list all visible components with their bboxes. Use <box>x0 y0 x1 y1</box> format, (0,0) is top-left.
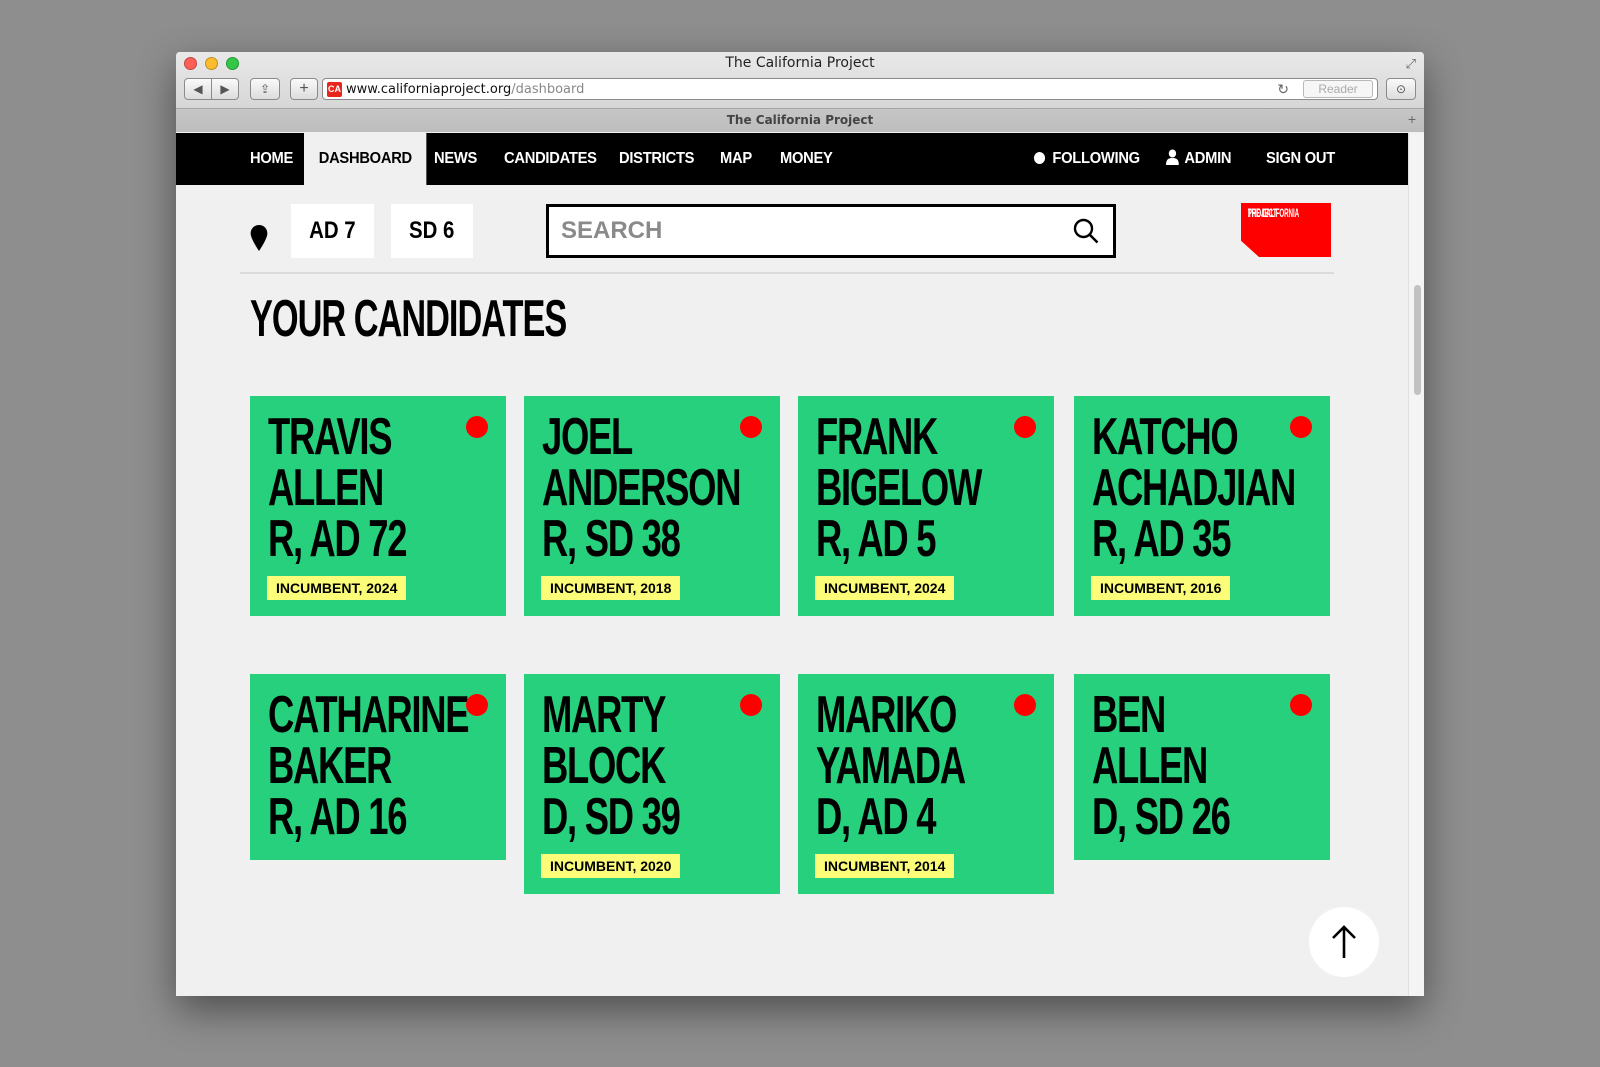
vertical-scrollbar[interactable] <box>1408 133 1424 996</box>
nav-news[interactable]: NEWS <box>434 133 477 185</box>
status-dot <box>740 694 762 716</box>
fullscreen-icon[interactable]: ⤢ <box>1406 56 1416 72</box>
candidate-last-name: ALLEN <box>268 459 384 517</box>
incumbent-badge: INCUMBENT, 2024 <box>815 576 955 600</box>
candidate-last-name: BAKER <box>268 737 392 795</box>
tab-title[interactable]: The California Project <box>176 113 1424 127</box>
page-title: YOUR CANDIDATES <box>250 290 567 348</box>
candidate-district: D, SD 26 <box>1092 788 1231 846</box>
location-pin-icon <box>250 225 268 251</box>
search-input[interactable] <box>549 207 1049 255</box>
status-dot <box>740 416 762 438</box>
candidate-district: R, AD 5 <box>816 510 937 568</box>
candidate-last-name: ALLEN <box>1092 737 1208 795</box>
user-icon <box>1166 149 1179 165</box>
candidate-first-name: BEN <box>1092 686 1166 744</box>
candidate-last-name: YAMADA <box>816 737 966 795</box>
senate-district-button[interactable]: SD 6 <box>391 204 473 258</box>
candidate-card[interactable]: MARIKO YAMADA D, AD 4 INCUMBENT, 2014 <box>798 674 1054 894</box>
browser-window: The California Project ⤢ ◀ ▶ ⇪ + CA www.… <box>176 52 1424 996</box>
candidate-last-name: BIGELOW <box>816 459 982 517</box>
nav-following[interactable]: FOLLOWING <box>1034 133 1140 185</box>
share-button[interactable]: ⇪ <box>250 78 280 100</box>
candidate-last-name: BLOCK <box>542 737 666 795</box>
candidate-district: R, AD 16 <box>268 788 408 846</box>
site-favicon: CA <box>327 82 342 97</box>
status-dot <box>1014 416 1036 438</box>
candidate-card[interactable]: TRAVIS ALLEN R, AD 72 INCUMBENT, 2024 <box>250 396 506 616</box>
window-title: The California Project <box>725 55 875 71</box>
scrollbar-thumb[interactable] <box>1414 285 1421 395</box>
incumbent-badge: INCUMBENT, 2024 <box>267 576 407 600</box>
arrow-up-icon <box>1332 925 1356 958</box>
candidate-district: D, SD 39 <box>542 788 681 846</box>
tab-strip: The California Project + <box>176 108 1424 132</box>
url-text[interactable]: www.californiaproject.org/dashboard <box>346 82 584 97</box>
candidate-first-name: MARTY <box>542 686 666 744</box>
candidate-card[interactable]: KATCHO ACHADJIAN R, AD 35 INCUMBENT, 2016 <box>1074 396 1330 616</box>
nav-money[interactable]: MONEY <box>780 133 833 185</box>
nav-districts[interactable]: DISTRICTS <box>619 133 694 185</box>
nav-candidates[interactable]: CANDIDATES <box>504 133 597 185</box>
candidate-district: R, SD 38 <box>542 510 681 568</box>
title-bar: The California Project ⤢ ◀ ▶ ⇪ + CA www.… <box>176 52 1424 132</box>
candidate-first-name: CATHARINE <box>268 686 470 744</box>
status-dot <box>466 416 488 438</box>
incumbent-badge: INCUMBENT, 2018 <box>541 576 681 600</box>
candidate-card[interactable]: JOEL ANDERSON R, SD 38 INCUMBENT, 2018 <box>524 396 780 616</box>
page-viewport: HOME DASHBOARD NEWS CANDIDATES DISTRICTS… <box>176 133 1408 996</box>
candidate-last-name: ANDERSON <box>542 459 741 517</box>
candidate-district: D, AD 4 <box>816 788 937 846</box>
search-icon[interactable] <box>1073 218 1099 244</box>
nav-sign-out[interactable]: SIGN OUT <box>1266 133 1335 185</box>
candidate-card[interactable]: MARTY BLOCK D, SD 39 INCUMBENT, 2020 <box>524 674 780 894</box>
candidate-card[interactable]: CATHARINE BAKER R, AD 16 <box>250 674 506 860</box>
header-divider <box>240 272 1334 274</box>
add-bookmark-button[interactable]: + <box>290 78 318 100</box>
browser-toolbar: ◀ ▶ ⇪ + CA www.californiaproject.org/das… <box>184 78 1416 102</box>
candidate-card[interactable]: BEN ALLEN D, SD 26 <box>1074 674 1330 860</box>
address-bar[interactable]: CA www.californiaproject.org/dashboard ↻… <box>322 78 1378 100</box>
downloads-button[interactable]: ⊙ <box>1386 78 1416 100</box>
dot-icon <box>1034 152 1046 164</box>
status-dot <box>466 694 488 716</box>
candidate-district: R, AD 35 <box>1092 510 1232 568</box>
assembly-district-button[interactable]: AD 7 <box>291 204 374 258</box>
candidate-first-name: JOEL <box>542 408 633 466</box>
incumbent-badge: INCUMBENT, 2020 <box>541 854 681 878</box>
reload-icon[interactable]: ↻ <box>1277 81 1289 98</box>
nav-map[interactable]: MAP <box>720 133 752 185</box>
candidate-first-name: TRAVIS <box>268 408 392 466</box>
forward-button[interactable]: ▶ <box>211 78 239 100</box>
status-dot <box>1290 694 1312 716</box>
reader-button[interactable]: Reader <box>1303 80 1373 98</box>
candidate-district: R, AD 72 <box>268 510 408 568</box>
status-dot <box>1290 416 1312 438</box>
status-dot <box>1014 694 1036 716</box>
incumbent-badge: INCUMBENT, 2016 <box>1091 576 1231 600</box>
site-logo[interactable]: THE CALIFORNIA PROJECT <box>1241 203 1331 257</box>
candidate-first-name: KATCHO <box>1092 408 1239 466</box>
candidate-last-name: ACHADJIAN <box>1092 459 1296 517</box>
nav-home[interactable]: HOME <box>250 133 293 185</box>
candidate-card[interactable]: FRANK BIGELOW R, AD 5 INCUMBENT, 2024 <box>798 396 1054 616</box>
nav-admin[interactable]: ADMIN <box>1166 133 1232 185</box>
incumbent-badge: INCUMBENT, 2014 <box>815 854 955 878</box>
nav-dashboard[interactable]: DASHBOARD <box>304 133 427 185</box>
back-button[interactable]: ◀ <box>184 78 212 100</box>
search-box <box>546 204 1116 258</box>
candidate-first-name: MARIKO <box>816 686 957 744</box>
new-tab-icon[interactable]: + <box>1408 111 1416 127</box>
scroll-to-top-button[interactable] <box>1309 907 1379 977</box>
candidate-first-name: FRANK <box>816 408 938 466</box>
main-nav: HOME DASHBOARD NEWS CANDIDATES DISTRICTS… <box>176 133 1408 185</box>
